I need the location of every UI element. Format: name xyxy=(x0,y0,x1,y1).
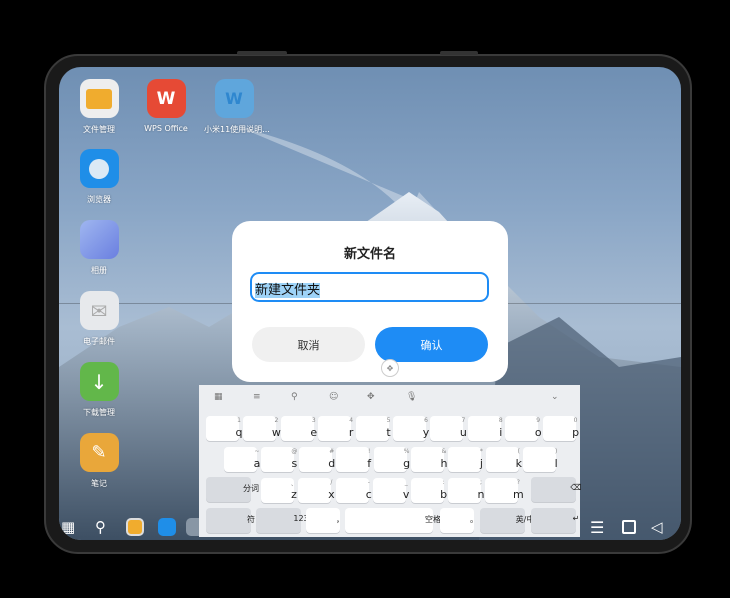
key-e[interactable]: 3e xyxy=(280,416,317,441)
enter-key[interactable]: ↵ xyxy=(531,508,579,533)
key-i[interactable]: 8i xyxy=(467,416,503,441)
search-icon[interactable]: ⚲ xyxy=(95,518,113,536)
language-switch-key[interactable]: 英/中 xyxy=(480,508,534,533)
dialog-title: 新文件名 xyxy=(343,247,396,262)
app-browser[interactable]: 浏览器 xyxy=(69,149,129,205)
app-mail[interactable]: ✉ 电子邮件 xyxy=(69,291,129,347)
key-y[interactable]: 6y xyxy=(393,416,429,441)
key-segment[interactable]: 分词 xyxy=(206,477,259,502)
folder-icon xyxy=(79,79,119,118)
app-label: 电子邮件 xyxy=(83,337,115,346)
key-u[interactable]: 7u xyxy=(430,416,467,441)
drag-handle-icon[interactable]: ✥ xyxy=(381,359,399,377)
file-manager-icon[interactable] xyxy=(126,518,144,536)
app-label: 浏览器 xyxy=(87,195,111,204)
app-file-manager[interactable]: 文件管理 xyxy=(69,79,129,135)
key-p[interactable]: 0p xyxy=(542,416,579,441)
app-drawer-icon[interactable]: ▦ xyxy=(61,518,79,536)
key-b[interactable]: :b xyxy=(410,478,447,503)
app-notes[interactable]: ✎ 笔记 xyxy=(69,433,129,489)
key-o[interactable]: 9o xyxy=(505,416,542,441)
app-label: WPS Office xyxy=(144,124,188,133)
browser-icon xyxy=(79,149,119,188)
soft-keyboard: ▦ ≡ ⚲ ☺ ✥ 🎙 ⌄ 1 q 2 w 3 e 4 r 5 t 6 y 7 u 8 i 9 o 0 p ~ a @ s # d… xyxy=(199,385,582,537)
key-f[interactable]: ! f xyxy=(336,447,371,472)
new-folder-dialog: 新文件名 新建文件夹 取消 确认 xyxy=(232,221,508,382)
confirm-button[interactable]: 确认 xyxy=(375,327,488,362)
numbers-key[interactable]: 123 xyxy=(256,508,309,533)
wps-icon: W xyxy=(146,79,186,118)
cancel-button[interactable]: 取消 xyxy=(252,327,365,362)
key-t[interactable]: 5t xyxy=(355,416,391,441)
app-downloads[interactable]: ↓ 下载管理 xyxy=(69,362,129,418)
app-label: 下载管理 xyxy=(83,408,115,417)
key-m[interactable]: ? m xyxy=(485,478,524,503)
download-icon: ↓ xyxy=(79,362,119,401)
browser-icon[interactable] xyxy=(158,518,176,536)
collapse-chevron-icon[interactable]: ⌄ xyxy=(551,392,559,402)
key-s[interactable]: @ s xyxy=(261,447,297,472)
app-gallery[interactable]: 相册 xyxy=(69,220,129,276)
key-a[interactable]: ~ a xyxy=(224,447,260,472)
key-secondary: 0 xyxy=(573,417,578,424)
back-triangle-icon[interactable]: ◁ xyxy=(651,518,669,536)
backspace-key[interactable]: ⌫ xyxy=(531,477,582,502)
grid-icon[interactable]: ▦ xyxy=(214,392,223,402)
key-d[interactable]: # d xyxy=(298,447,335,472)
key-label: ↵ xyxy=(572,514,580,523)
comma-key[interactable]: ， xyxy=(306,508,344,533)
key-k[interactable]: (k xyxy=(485,447,522,472)
gallery-icon xyxy=(79,220,119,259)
cursor-move-icon[interactable]: ✥ xyxy=(367,392,375,402)
key-n[interactable]: ; n xyxy=(448,478,484,503)
key-x[interactable]: / x xyxy=(298,478,335,503)
app-label: 相册 xyxy=(91,266,107,275)
key-w[interactable]: 2w xyxy=(243,416,281,441)
power-button xyxy=(440,51,478,55)
app-label: 文件管理 xyxy=(83,125,115,134)
key-secondary: ? xyxy=(516,479,520,486)
volume-button xyxy=(237,51,287,55)
key-l[interactable]: ) l xyxy=(523,447,558,472)
menu-icon[interactable]: ≡ xyxy=(253,392,261,402)
key-c[interactable]: -c xyxy=(335,478,372,503)
key-q[interactable]: 1q xyxy=(206,416,242,441)
app-wps[interactable]: W WPS Office xyxy=(136,79,196,133)
key-z[interactable]: 、 z xyxy=(261,478,297,503)
key-j[interactable]: * j xyxy=(448,447,483,472)
symbols-key[interactable]: 符 xyxy=(206,508,255,533)
search-icon[interactable]: ⚲ xyxy=(291,392,298,402)
folder-name-input[interactable]: 新建文件夹 xyxy=(250,272,489,302)
key-r[interactable]: 4r xyxy=(318,416,353,441)
keyboard-toolbar: ▦ ≡ ⚲ ☺ ✥ 🎙 ⌄ xyxy=(199,385,580,411)
app-label: 笔记 xyxy=(91,479,107,488)
word-doc-icon: W xyxy=(214,79,254,118)
key-label: p xyxy=(572,426,580,439)
home-square-icon[interactable] xyxy=(622,520,636,534)
microphone-icon[interactable]: 🎙 xyxy=(406,392,417,402)
key-h[interactable]: & h xyxy=(411,447,447,472)
notes-icon: ✎ xyxy=(79,433,119,472)
app-label: 小米11使用说明... xyxy=(204,125,270,134)
key-label: m xyxy=(513,488,524,501)
period-key[interactable]: 。 xyxy=(440,508,478,533)
space-key[interactable]: 空格 xyxy=(345,508,441,533)
key-label: ⌫ xyxy=(570,483,582,492)
key-label: l xyxy=(554,457,558,470)
key-secondary: ) xyxy=(555,448,558,455)
emoji-icon[interactable]: ☺ xyxy=(329,392,338,402)
selected-text: 新建文件夹 xyxy=(255,283,321,298)
key-g[interactable]: % g xyxy=(373,447,410,472)
app-manual-doc[interactable]: W 小米11使用说明... xyxy=(204,79,270,135)
mail-icon: ✉ xyxy=(79,291,119,330)
key-v[interactable]: _ v xyxy=(373,478,409,503)
